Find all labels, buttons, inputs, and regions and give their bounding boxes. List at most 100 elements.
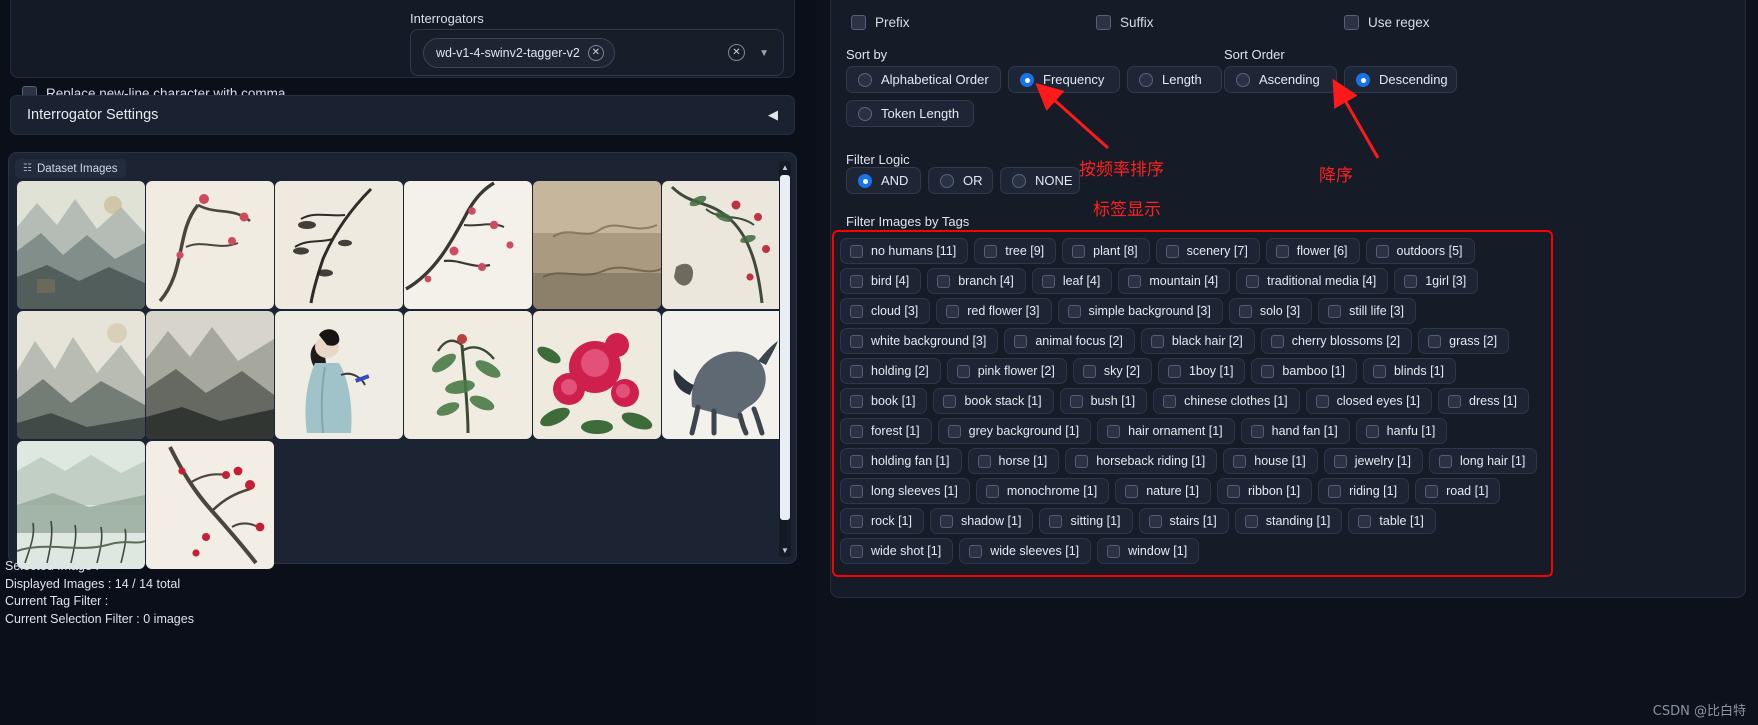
tag-checkbox[interactable]: [1439, 454, 1452, 468]
tag-chip[interactable]: closed eyes [1]: [1305, 388, 1433, 414]
tag-chip[interactable]: long hair [1]: [1429, 448, 1538, 474]
prefix-checkbox[interactable]: [851, 15, 866, 30]
list-item[interactable]: [533, 181, 661, 309]
tag-checkbox[interactable]: [1233, 454, 1247, 468]
tag-checkbox[interactable]: [1067, 304, 1081, 318]
tag-chip[interactable]: sky [2]: [1072, 358, 1152, 384]
tag-checkbox[interactable]: [1404, 274, 1418, 288]
tag-chip[interactable]: holding [2]: [840, 358, 941, 384]
tag-checkbox[interactable]: [1107, 544, 1121, 558]
scroll-down-icon[interactable]: ▼: [779, 544, 791, 557]
tag-chip[interactable]: branch [4]: [927, 268, 1026, 294]
tag-checkbox[interactable]: [1375, 244, 1389, 258]
tag-chip[interactable]: no humans [11]: [840, 238, 969, 264]
tag-checkbox[interactable]: [1041, 274, 1055, 288]
radio-none[interactable]: NONE: [1000, 167, 1080, 194]
tag-chip[interactable]: horseback riding [1]: [1065, 448, 1218, 474]
tag-chip[interactable]: 1boy [1]: [1157, 358, 1246, 384]
tag-checkbox[interactable]: [850, 274, 863, 288]
list-item[interactable]: [146, 441, 274, 569]
tag-chip[interactable]: blinds [1]: [1362, 358, 1456, 384]
radio-or[interactable]: OR: [928, 167, 993, 194]
use-regex-checkbox-row[interactable]: Use regex: [1344, 15, 1430, 30]
tag-checkbox[interactable]: [1165, 244, 1179, 258]
tag-chip[interactable]: red flower [3]: [936, 298, 1052, 324]
tag-checkbox[interactable]: [850, 544, 863, 558]
tag-checkbox[interactable]: [1075, 454, 1089, 468]
list-item[interactable]: [404, 181, 532, 309]
tag-chip[interactable]: chinese clothes [1]: [1153, 388, 1300, 414]
tag-chip[interactable]: hair ornament [1]: [1097, 418, 1235, 444]
radio-dot-icon[interactable]: [1020, 72, 1034, 87]
tag-checkbox[interactable]: [943, 394, 957, 408]
tag-chip[interactable]: tree [9]: [974, 238, 1057, 264]
list-item[interactable]: [17, 311, 145, 439]
tag-chip[interactable]: forest [1]: [840, 418, 932, 444]
tag-chip[interactable]: grey background [1]: [937, 418, 1092, 444]
list-item[interactable]: [146, 311, 274, 439]
tag-chip[interactable]: simple background [3]: [1057, 298, 1223, 324]
tag-checkbox[interactable]: [1163, 394, 1177, 408]
tag-chip[interactable]: bird [4]: [840, 268, 922, 294]
tag-checkbox[interactable]: [1328, 484, 1342, 498]
tag-chip[interactable]: flower [6]: [1265, 238, 1360, 264]
tag-chip[interactable]: riding [1]: [1318, 478, 1410, 504]
tag-chip[interactable]: outdoors [5]: [1365, 238, 1475, 264]
clear-icon[interactable]: ✕: [728, 44, 745, 61]
tag-chip[interactable]: animal focus [2]: [1004, 328, 1135, 354]
radio-dot-icon[interactable]: [858, 72, 872, 87]
radio-alphabetical-order[interactable]: Alphabetical Order: [846, 66, 1001, 93]
tag-checkbox[interactable]: [1448, 394, 1462, 408]
radio-dot-icon[interactable]: [1236, 72, 1250, 87]
tag-checkbox[interactable]: [1315, 394, 1329, 408]
use-regex-checkbox[interactable]: [1344, 15, 1359, 30]
tag-chip[interactable]: leaf [4]: [1031, 268, 1113, 294]
tag-checkbox[interactable]: [956, 364, 970, 378]
tag-checkbox[interactable]: [850, 484, 863, 498]
chevron-down-icon[interactable]: ▼: [759, 48, 769, 59]
tag-checkbox[interactable]: [1227, 484, 1241, 498]
tag-checkbox[interactable]: [850, 364, 863, 378]
list-item[interactable]: [275, 311, 403, 439]
list-item[interactable]: [275, 181, 403, 309]
suffix-checkbox[interactable]: [1096, 15, 1111, 30]
tag-chip[interactable]: sitting [1]: [1039, 508, 1133, 534]
tag-checkbox[interactable]: [984, 244, 998, 258]
interrogators-field[interactable]: wd-v1-4-swinv2-tagger-v2 ✕ ✕ ▼: [410, 29, 784, 76]
tag-checkbox[interactable]: [969, 544, 983, 558]
tag-checkbox[interactable]: [1069, 394, 1083, 408]
radio-ascending[interactable]: Ascending: [1224, 66, 1337, 93]
radio-frequency[interactable]: Frequency: [1008, 66, 1120, 93]
radio-length[interactable]: Length: [1127, 66, 1222, 93]
interrogator-settings-accordion[interactable]: Interrogator Settings ◀: [10, 95, 795, 135]
tag-chip[interactable]: pink flower [2]: [946, 358, 1067, 384]
list-item[interactable]: [662, 181, 790, 309]
tag-chip[interactable]: wide shot [1]: [840, 538, 954, 564]
tag-checkbox[interactable]: [947, 424, 961, 438]
tag-checkbox[interactable]: [1128, 274, 1142, 288]
tag-chip[interactable]: table [1]: [1348, 508, 1436, 534]
radio-dot-icon[interactable]: [858, 173, 872, 188]
tag-checkbox[interactable]: [1328, 304, 1342, 318]
tag-chip[interactable]: mountain [4]: [1118, 268, 1231, 294]
tag-chip[interactable]: horse [1]: [967, 448, 1060, 474]
tag-checkbox[interactable]: [1014, 334, 1028, 348]
tag-chip[interactable]: hanfu [1]: [1355, 418, 1448, 444]
tag-chip[interactable]: still life [3]: [1318, 298, 1417, 324]
tag-checkbox[interactable]: [1270, 334, 1284, 348]
radio-and[interactable]: AND: [846, 167, 921, 194]
tag-checkbox[interactable]: [946, 304, 960, 318]
tag-chip[interactable]: standing [1]: [1234, 508, 1343, 534]
tag-chip[interactable]: jewelry [1]: [1323, 448, 1423, 474]
tag-chip[interactable]: grass [2]: [1418, 328, 1510, 354]
scroll-up-icon[interactable]: ▲: [779, 161, 791, 174]
scrollbar-thumb[interactable]: [780, 175, 790, 520]
tag-chip[interactable]: dress [1]: [1438, 388, 1529, 414]
tag-checkbox[interactable]: [1428, 334, 1442, 348]
tag-checkbox[interactable]: [1365, 424, 1379, 438]
tag-chip[interactable]: bush [1]: [1059, 388, 1148, 414]
tag-checkbox[interactable]: [1244, 514, 1258, 528]
list-item[interactable]: [17, 181, 145, 309]
suffix-checkbox-row[interactable]: Suffix: [1096, 15, 1154, 30]
tag-checkbox[interactable]: [1275, 244, 1289, 258]
